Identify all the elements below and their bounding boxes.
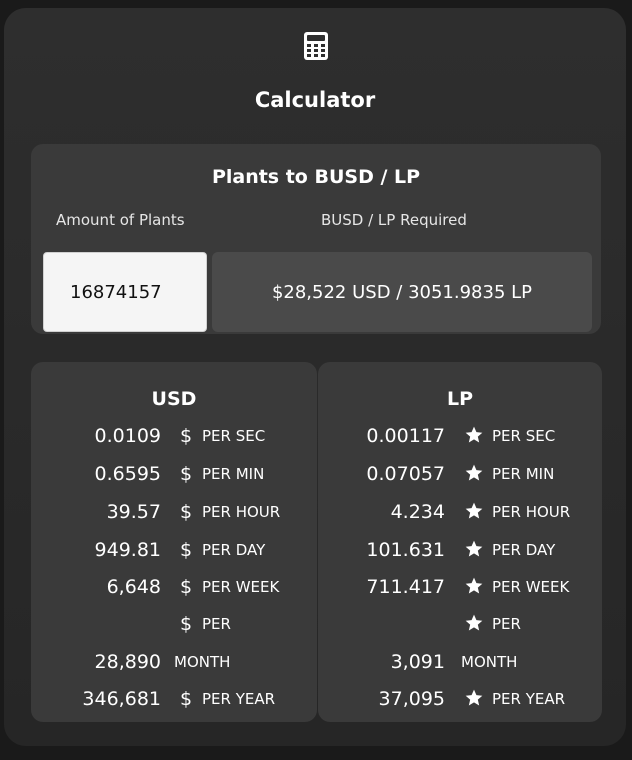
lp-rate-unit: PER <box>492 615 521 633</box>
usd-rate-value: 39.57 <box>106 501 161 523</box>
usd-rate-unit: PER WEEK <box>202 578 280 596</box>
lp-rate-value: 101.631 <box>366 539 445 561</box>
dollar-icon: $ <box>179 463 193 485</box>
usd-title: USD <box>151 388 197 410</box>
usd-rate-value: 949.81 <box>94 539 161 561</box>
lp-rate-value: 0.07057 <box>366 463 445 485</box>
page-title: Calculator <box>254 88 376 112</box>
lp-rate-value: 711.417 <box>366 576 445 598</box>
lp-rate-row: 4.234 PER HOUR <box>318 499 602 525</box>
usd-rate-row: 0.0109 $ PER SEC <box>31 423 317 449</box>
lp-rate-row: 101.631 PER DAY <box>318 537 602 563</box>
lp-rate-unit: PER DAY <box>492 541 556 559</box>
required-result: $28,522 USD / 3051.9835 LP <box>212 252 592 332</box>
dollar-icon: $ <box>179 688 193 710</box>
usd-rate-row: 28,890 MONTH <box>31 649 317 675</box>
amount-label: Amount of Plants <box>56 211 185 229</box>
lp-rate-row: 37,095 PER YEAR <box>318 686 602 712</box>
star-icon <box>463 574 485 600</box>
lp-rate-unit: MONTH <box>461 653 518 671</box>
usd-rate-value: 0.6595 <box>94 463 161 485</box>
lp-rate-row: PER <box>318 611 602 637</box>
dollar-icon: $ <box>179 613 193 635</box>
lp-rate-value: 4.234 <box>390 501 445 523</box>
lp-title: LP <box>446 388 474 410</box>
lp-rate-unit: PER HOUR <box>492 503 571 521</box>
lp-rate-unit: PER SEC <box>492 427 556 445</box>
star-icon <box>463 461 485 487</box>
usd-rate-row: 346,681 $ PER YEAR <box>31 686 317 712</box>
dollar-icon: $ <box>179 425 193 447</box>
usd-rate-row: $ PER <box>31 611 317 637</box>
converter-title: Plants to BUSD / LP <box>211 166 421 188</box>
lp-rate-value: 37,095 <box>378 688 445 710</box>
usd-rate-value: 28,890 <box>94 651 161 673</box>
lp-rate-value: 0.00117 <box>366 425 445 447</box>
usd-rate-unit: MONTH <box>174 653 231 671</box>
lp-rate-row: 0.07057 PER MIN <box>318 461 602 487</box>
star-icon <box>463 423 485 449</box>
star-icon <box>463 537 485 563</box>
usd-rate-value: 0.0109 <box>94 425 161 447</box>
usd-rate-value: 6,648 <box>106 576 161 598</box>
calculator-card: Calculator Plants to BUSD / LP Amount of… <box>4 8 626 746</box>
required-label: BUSD / LP Required <box>321 211 467 229</box>
lp-rate-value: 3,091 <box>390 651 445 673</box>
usd-rate-row: 949.81 $ PER DAY <box>31 537 317 563</box>
dollar-icon: $ <box>179 501 193 523</box>
lp-rate-unit: PER YEAR <box>492 690 566 708</box>
lp-rate-row: 0.00117 PER SEC <box>318 423 602 449</box>
lp-panel: LP 0.00117 PER SEC 0.07057 PER MIN 4.234 PER … <box>318 362 602 722</box>
usd-rate-row: 39.57 $ PER HOUR <box>31 499 317 525</box>
plants-amount-input[interactable] <box>43 252 207 332</box>
usd-rate-unit: PER MIN <box>202 465 265 483</box>
usd-rate-unit: PER <box>202 615 231 633</box>
lp-rate-unit: PER MIN <box>492 465 555 483</box>
usd-rate-unit: PER DAY <box>202 541 266 559</box>
usd-rate-unit: PER HOUR <box>202 503 281 521</box>
lp-rate-row: 711.417 PER WEEK <box>318 574 602 600</box>
dollar-icon: $ <box>179 576 193 598</box>
star-icon <box>463 499 485 525</box>
usd-rate-row: 0.6595 $ PER MIN <box>31 461 317 487</box>
usd-rate-unit: PER YEAR <box>202 690 276 708</box>
lp-rate-unit: PER WEEK <box>492 578 570 596</box>
converter-panel: Plants to BUSD / LP Amount of Plants BUS… <box>31 144 601 334</box>
usd-rate-value: 346,681 <box>82 688 161 710</box>
dollar-icon: $ <box>179 539 193 561</box>
calculator-icon <box>304 32 328 60</box>
star-icon <box>463 686 485 712</box>
usd-rate-row: 6,648 $ PER WEEK <box>31 574 317 600</box>
star-icon <box>463 611 485 637</box>
lp-rate-row: 3,091 MONTH <box>318 649 602 675</box>
usd-panel: USD 0.0109 $ PER SEC 0.6595 $ PER MIN 39.57 $ PE… <box>31 362 317 722</box>
usd-rate-unit: PER SEC <box>202 427 266 445</box>
